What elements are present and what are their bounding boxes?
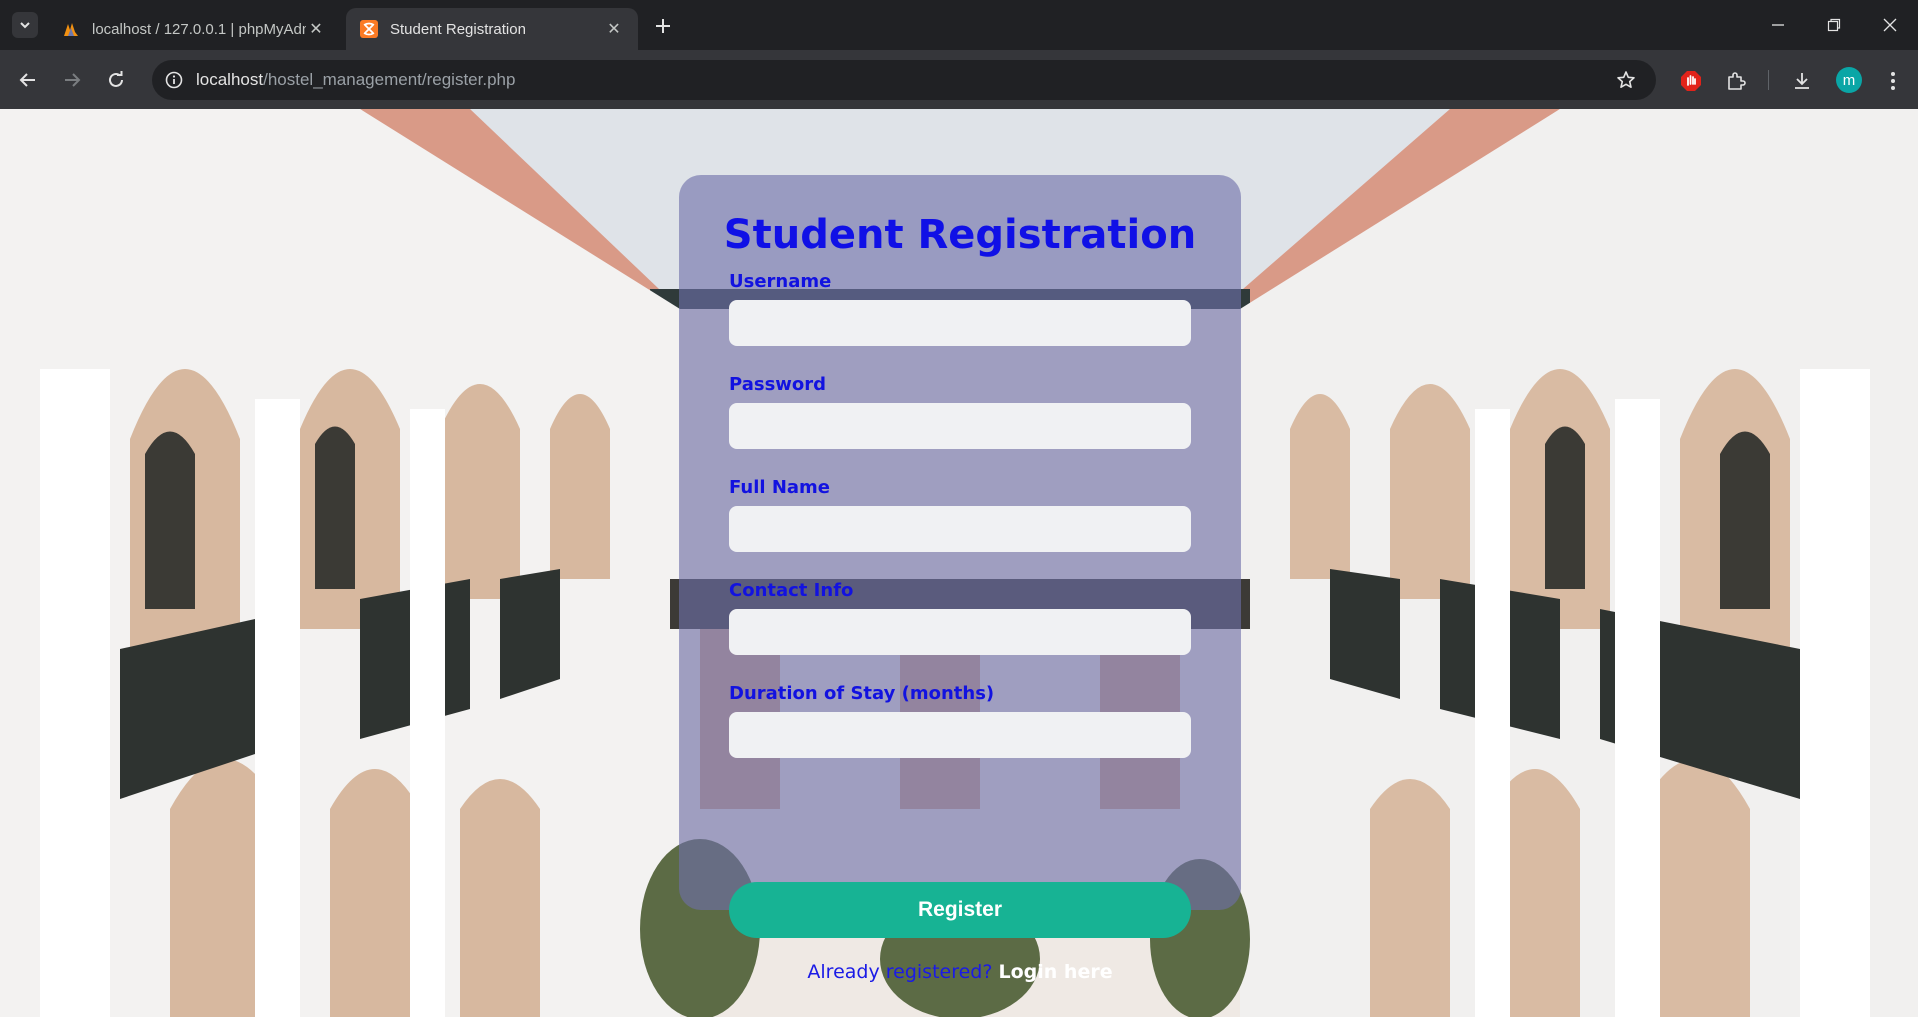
close-icon[interactable]: ✕ (306, 19, 326, 39)
forward-button[interactable] (56, 64, 88, 96)
address-bar[interactable]: localhost/hostel_management/register.php (152, 60, 1656, 100)
puzzle-icon (1728, 72, 1746, 90)
plus-icon (656, 19, 670, 33)
url-host: localhost (196, 70, 264, 89)
contact-info-input[interactable] (729, 609, 1191, 655)
close-icon (1883, 18, 1897, 32)
chevron-down-icon (20, 22, 30, 29)
arrow-right-icon (65, 73, 81, 87)
restore-button[interactable] (1814, 10, 1854, 40)
bookmark-button[interactable] (1614, 68, 1638, 92)
info-icon (165, 71, 183, 89)
more-vertical-icon (1891, 72, 1895, 90)
tab-strip: localhost / 127.0.0.1 | phpMyAdmin ✕ Stu… (0, 0, 1918, 50)
menu-button[interactable] (1877, 65, 1909, 97)
full-name-input[interactable] (729, 506, 1191, 552)
minimize-icon (1772, 24, 1784, 26)
password-label: Password (729, 374, 827, 395)
back-button[interactable] (12, 64, 44, 96)
adblock-extension-button[interactable] (1675, 65, 1707, 97)
tab-search-button[interactable] (12, 12, 38, 38)
phpmyadmin-icon (64, 23, 78, 36)
close-icon[interactable]: ✕ (604, 19, 624, 39)
login-link[interactable]: Login here (999, 961, 1113, 983)
username-label: Username (729, 271, 832, 292)
reload-button[interactable] (100, 64, 132, 96)
toolbar-separator (1768, 70, 1769, 90)
login-prompt-line: Already registered? Login here (679, 961, 1241, 983)
login-prompt-text: Already registered? (807, 961, 993, 983)
url-path: /hostel_management/register.php (263, 70, 516, 89)
extensions-button[interactable] (1720, 65, 1752, 97)
full-name-label: Full Name (729, 477, 830, 498)
password-input[interactable] (729, 403, 1191, 449)
tab-student-registration[interactable]: Student Registration ✕ (346, 8, 638, 50)
reload-icon (109, 71, 123, 87)
xampp-icon (360, 20, 378, 38)
register-button[interactable]: Register (729, 882, 1191, 938)
page-viewport: Student Registration Username Password F… (0, 109, 1918, 1017)
star-icon (1617, 71, 1635, 88)
duration-input[interactable] (729, 712, 1191, 758)
browser-toolbar: localhost/hostel_management/register.php (0, 50, 1918, 109)
tab-phpmyadmin[interactable]: localhost / 127.0.0.1 | phpMyAdmin ✕ (48, 8, 340, 50)
registration-card: Student Registration Username Password F… (679, 175, 1241, 983)
duration-label: Duration of Stay (months) (729, 683, 995, 704)
download-icon (1795, 73, 1809, 89)
minimize-button[interactable] (1758, 10, 1798, 40)
close-window-button[interactable] (1870, 10, 1910, 40)
page-title: Student Registration (723, 212, 1197, 258)
downloads-button[interactable] (1786, 65, 1818, 97)
url-text[interactable]: localhost/hostel_management/register.php (196, 70, 515, 90)
stop-hand-icon (1681, 71, 1701, 91)
tab-title: localhost / 127.0.0.1 | phpMyAdmin (92, 20, 306, 38)
contact-info-label: Contact Info (729, 580, 854, 601)
username-input[interactable] (729, 300, 1191, 346)
tab-title: Student Registration (390, 20, 526, 38)
restore-icon (1827, 18, 1841, 32)
new-tab-button[interactable] (650, 13, 676, 39)
profile-avatar[interactable]: m (1836, 67, 1862, 93)
site-info-button[interactable] (162, 68, 186, 92)
arrow-left-icon (19, 73, 35, 87)
